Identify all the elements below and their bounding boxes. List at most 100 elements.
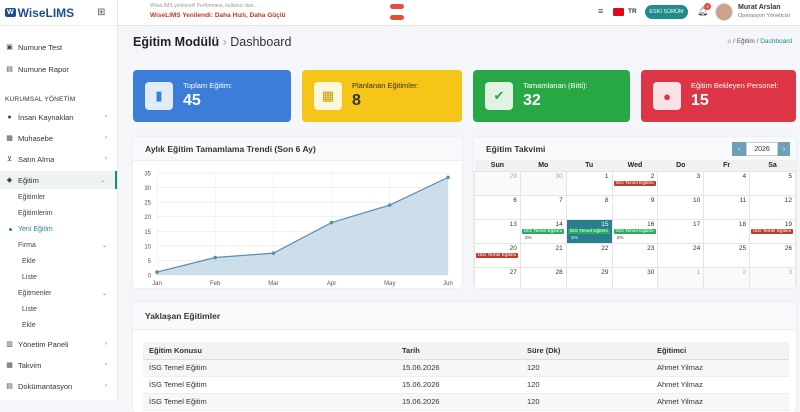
calendar-day[interactable]: 24 (657, 242, 705, 268)
column-header[interactable]: Eğitimci (651, 342, 789, 360)
news-ticker-line1[interactable]: WiseLIMS yenilendi! Performans, kullanıc… (150, 3, 258, 9)
calendar-day[interactable]: 9 (611, 194, 659, 220)
y-tick-label: 15 (144, 230, 151, 236)
table-row[interactable]: İSG Temel Eğitim 15.06.2026 120 Ahmet Yilma… (143, 393, 789, 411)
column-header[interactable]: Eğitim Konusu (143, 342, 396, 360)
calendar-day[interactable]: 6 (474, 194, 521, 220)
menu-icon[interactable]: ≡ (598, 6, 603, 16)
calendar-day[interactable]: 21 (519, 242, 567, 268)
calendar-day[interactable]: 4 (703, 170, 751, 196)
chevron-down-icon: ⌄ (102, 291, 108, 297)
old-version-button[interactable]: ESKİ SÜRÜM (645, 5, 688, 19)
sidebar-sub-firma-ekle[interactable]: Ekle (22, 258, 36, 265)
calendar-day[interactable]: 30 (519, 170, 567, 196)
news-ticker-line2[interactable]: WiseLIMS Yenilendi: Daha Hızlı, Daha Güç… (150, 12, 286, 19)
calendar-day[interactable]: 29 (474, 170, 521, 196)
language-selector[interactable]: TR (628, 8, 637, 15)
stat-card-planned[interactable]: ▦ Planlanan Eğitimler: 8 (302, 70, 462, 122)
column-header[interactable]: Süre (Dk) (521, 342, 651, 360)
sidebar-item-egitim[interactable]: ◆ Eğitim ⌄ (0, 171, 117, 189)
calendar-day[interactable]: 1 (565, 170, 613, 196)
sidebar-sub-egitimlerim[interactable]: Eğitimlerim (18, 210, 53, 217)
sidebar-item-muhasebe[interactable]: ▦ Muhasebe › (0, 129, 117, 147)
calendar-day[interactable]: 8 (565, 194, 613, 220)
sidebar-item-label: Eğitim (18, 175, 39, 185)
calendar-day[interactable]: 15 İSG Temel Eğitimi 1% (565, 218, 613, 244)
sidebar-sub-egitmenler[interactable]: Eğitmenler (18, 290, 51, 297)
calendar-day[interactable]: 5 (749, 170, 796, 196)
sidebar-sub-egitmenler-liste[interactable]: Liste (22, 306, 37, 313)
sidebar-item-takvim[interactable]: ▦ Takvim › (0, 356, 117, 374)
next-year-button[interactable]: › (778, 142, 790, 156)
sidebar-sub-egitmenler-ekle[interactable]: Ekle (22, 322, 36, 329)
stat-card-pending[interactable]: ● Eğitim Bekleyen Personel: 15 (641, 70, 796, 122)
y-tick-label: 5 (148, 259, 152, 265)
user-name[interactable]: Murat Arslan (738, 4, 781, 11)
grid-icon[interactable]: ⊞ (97, 7, 105, 18)
sidebar-item-yonetim-paneli[interactable]: ▥ Yönetim Paneli › (0, 335, 117, 353)
sidebar-item-satin-alma[interactable]: ⊻ Satın Alma › (0, 150, 117, 168)
calendar-day[interactable]: 23 (611, 242, 659, 268)
sidebar-item-insan-kaynaklari[interactable]: ● İnsan Kaynakları › (0, 108, 117, 126)
calendar-event[interactable]: İSG Temel Eğitimi (476, 252, 519, 258)
calendar-event[interactable]: İSG Temel Eğitimi (567, 228, 610, 234)
calendar-day[interactable]: 2 İSG Temel Eğitimi (611, 170, 659, 196)
calendar-day[interactable]: 11 (703, 194, 751, 220)
calendar-day[interactable]: 28 (519, 266, 567, 288)
sidebar-sub-egitimler[interactable]: Eğitimler (18, 194, 45, 201)
calendar-day[interactable]: 27 (474, 266, 521, 288)
table-row[interactable]: İSG Temel Eğitim 15.06.2026 120 Ahmet Yilma… (143, 376, 789, 394)
sidebar-sub-firma[interactable]: Firma (18, 242, 36, 249)
calendar-grid: Sun Mo Tu Wed Do Fr Sa 29 30 1 2 İSG Temel Eğitimi… (474, 161, 796, 288)
day-number: 7 (559, 196, 563, 204)
calendar-day[interactable]: 1 (657, 266, 705, 288)
sidebar-sub-firma-liste[interactable]: Liste (22, 274, 37, 281)
sidebar-item-numune-test[interactable]: ▣ Numune Test (0, 38, 117, 56)
calendar-day[interactable]: 30 (611, 266, 659, 288)
sidebar-item-label: Takvim (18, 360, 42, 370)
calendar-day[interactable]: 18 (703, 218, 751, 244)
sidebar-sub-yeni-egitim[interactable]: Yeni Eğitim (18, 226, 53, 233)
weekday-header: Do (657, 161, 704, 171)
day-number: 9 (650, 196, 655, 204)
calendar-day[interactable]: 20 İSG Temel Eğitimi (474, 242, 521, 268)
calendar-day[interactable]: 3 (749, 266, 796, 288)
calendar-event[interactable]: İSG Temel Eğitimi (613, 228, 656, 234)
table-row[interactable]: İSG Temel Eğitim 15.06.2026 120 Ahmet Yilma… (143, 359, 789, 377)
calendar-day[interactable]: 10 (657, 194, 705, 220)
x-tick-label: May (384, 281, 395, 287)
stat-card-completed[interactable]: ✔ Tamamlanan (Bitti): 32 (473, 70, 630, 122)
avatar[interactable] (715, 3, 733, 21)
home-icon[interactable]: ⌂ (727, 38, 731, 45)
breadcrumb-item[interactable]: Eğitim (737, 38, 755, 45)
calendar-day[interactable]: 25 (703, 242, 751, 268)
calendar-day[interactable]: 12 (749, 194, 796, 220)
calendar-event[interactable]: İSG Temel Eğitimi (613, 180, 656, 186)
weekday-header: Fr (703, 161, 750, 171)
sidebar-item-dokumantasyon[interactable]: ▤ Dokümantasyon › (0, 377, 117, 395)
calendar-day[interactable]: 7 (519, 194, 567, 220)
calendar-day[interactable]: 2 (703, 266, 751, 288)
chevron-right-icon: › (105, 383, 107, 389)
sidebar-item-numune-rapor[interactable]: ▤ Numune Rapor (0, 60, 117, 78)
stat-card-total[interactable]: ▮ Toplam Eğitim: 45 (133, 70, 291, 122)
calendar-event[interactable]: İSG Temel Eğitimi (521, 228, 564, 234)
calendar-day[interactable]: 22 (565, 242, 613, 268)
title-separator: › (222, 35, 227, 49)
calendar-day[interactable]: 26 (749, 242, 796, 268)
calendar-day[interactable]: 3 (657, 170, 705, 196)
weekday-header: Sun (474, 161, 521, 171)
calendar-day[interactable]: 19 İSG Temel Eğitimi (749, 218, 796, 244)
calendar-event[interactable]: İSG Temel Eğitimi (751, 228, 794, 234)
calendar-day[interactable]: 16 İSG Temel Eğitimi 2% (611, 218, 659, 244)
column-header[interactable]: Tarih (396, 342, 521, 360)
calendar-day[interactable]: 29 (565, 266, 613, 288)
prev-year-button[interactable]: ‹ (732, 142, 746, 156)
calendar-day[interactable]: 14 İSG Temel Eğitimi 2% (519, 218, 567, 244)
turkish-flag-icon[interactable] (613, 8, 624, 16)
calendar-day[interactable]: 13 (474, 218, 521, 244)
calendar-day[interactable]: 17 (657, 218, 705, 244)
report-icon: ▤ (6, 66, 13, 73)
sidebar-section-title: KURUMSAL YÖNETİM (5, 96, 76, 103)
day-number: 17 (692, 220, 701, 228)
